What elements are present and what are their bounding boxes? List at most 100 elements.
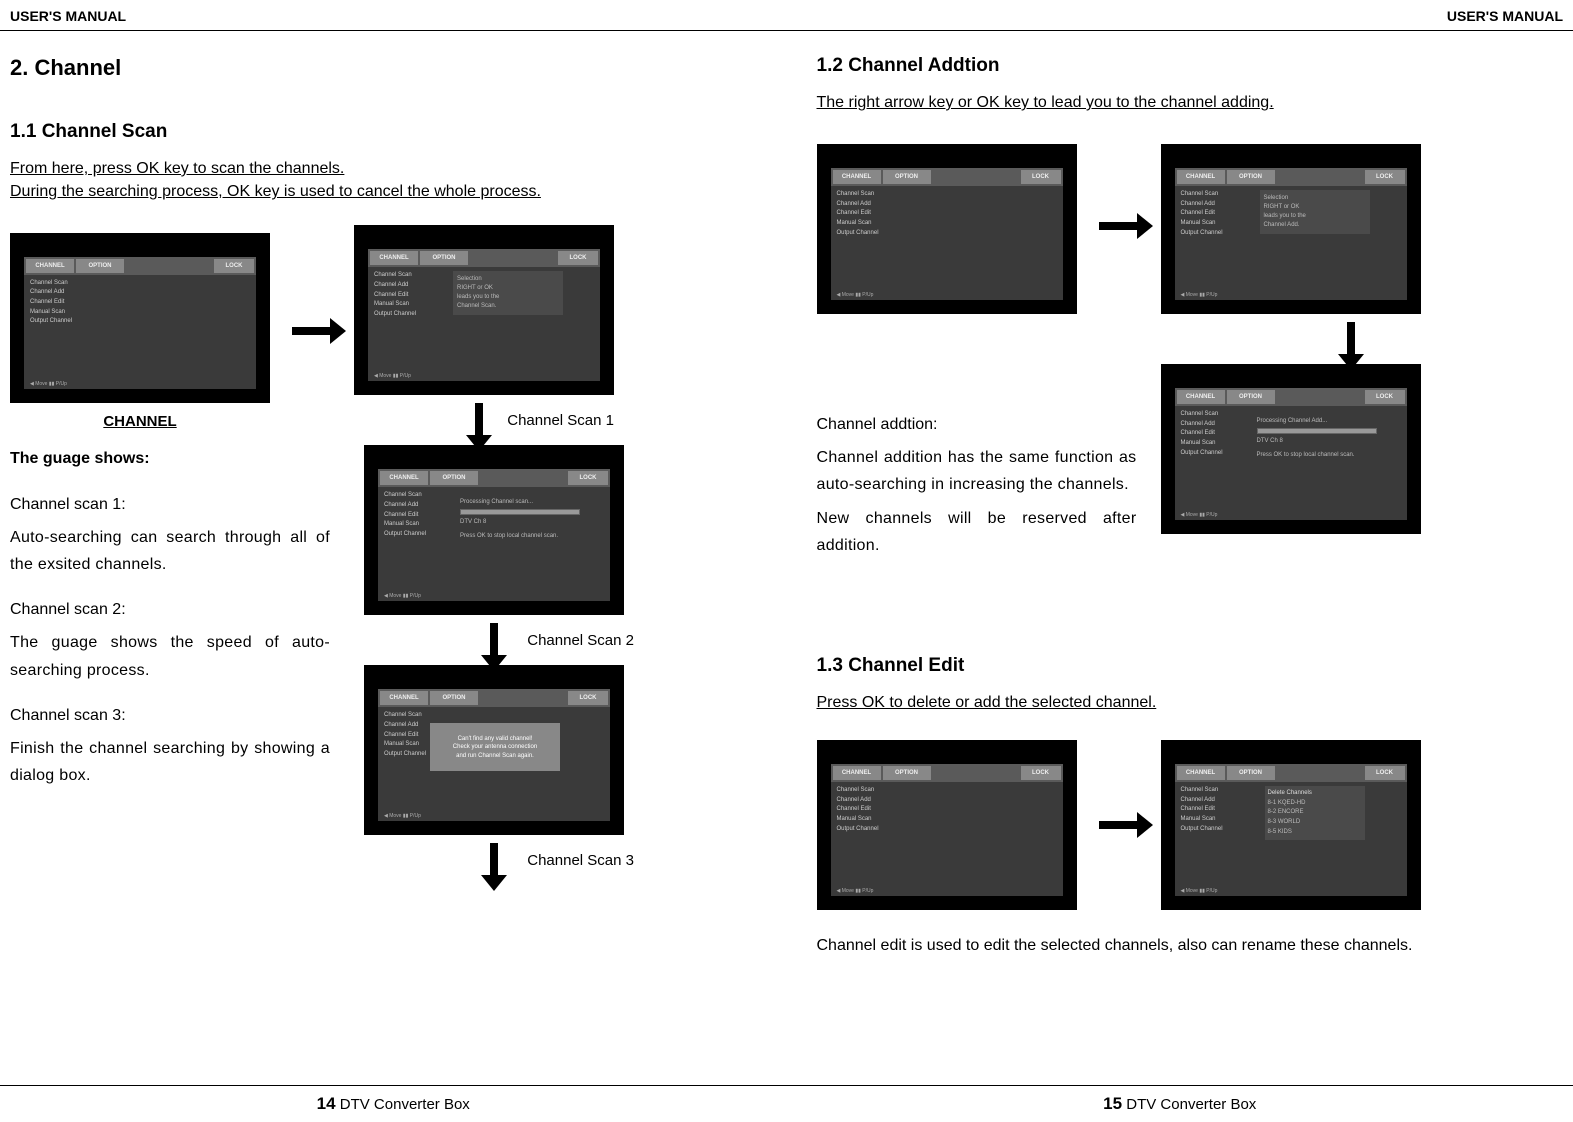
osd-add-1: CHANNEL OPTION LOCK Channel Scan Channel… [817,144,1077,314]
header-right: USER'S MANUAL [1447,8,1563,24]
tab-lock: LOCK [214,259,254,273]
tab-option: OPTION [883,170,931,184]
menu-item: Channel Scan [1181,410,1223,420]
scan-osd-col: CHANNEL OPTION LOCK Channel Scan Channel… [344,445,634,877]
tab-channel: CHANNEL [370,251,418,265]
edit-row-item: 8-2 ENCORE [1268,808,1362,818]
tab-channel: CHANNEL [833,766,881,780]
menu-item: Manual Scan [374,300,416,310]
footer-product-right: DTV Converter Box [1126,1096,1256,1113]
menu-item: Channel Add [1181,420,1223,430]
progress-hint: Press OK to stop local channel scan. [460,533,580,539]
tab-lock: LOCK [1021,170,1061,184]
footer-product-left: DTV Converter Box [340,1096,470,1113]
osd-foot: ◀ Move ▮▮ P/Up [1181,292,1218,298]
osd-dialog: Can't find any valid channel! Check your… [430,723,560,771]
osd-scan3: CHANNEL OPTION LOCK Channel Scan Channel… [364,665,624,835]
tab-channel: CHANNEL [1177,390,1225,404]
cs2-title: Channel scan 2: [10,596,330,623]
tab-option: OPTION [1227,170,1275,184]
tab-lock: LOCK [1021,766,1061,780]
tab-option: OPTION [1227,390,1275,404]
menu-item: Channel Edit [374,291,416,301]
menu-item: Output Channel [1181,229,1223,239]
menu-item: Manual Scan [30,308,72,318]
menu-item: Manual Scan [1181,439,1223,449]
menu-item: Output Channel [837,825,879,835]
scan2-caption: Channel Scan 2 [527,632,634,649]
menu-item: Channel Edit [30,298,72,308]
osd-edit-2: CHANNEL OPTION LOCK Channel Scan Channel… [1161,740,1421,910]
tab-lock: LOCK [568,691,608,705]
tab-option: OPTION [1227,766,1275,780]
page-num-left: 14 [317,1094,336,1113]
intro-1-1: From here, press OK key to scan the chan… [10,157,757,203]
heading-1-2: 1.2 Channel Addtion [817,55,1564,77]
menu-item: Channel Add [384,501,426,511]
menu-item: Manual Scan [384,520,426,530]
page-body: 2. Channel 1.1 Channel Scan From here, p… [0,31,1573,1051]
osd-foot: ◀ Move ▮▮ P/Up [837,292,874,298]
cs3-title: Channel scan 3: [10,702,330,729]
arrow-down-icon [490,843,498,877]
dialog-line: Can't find any valid channel! [434,735,556,743]
page-num-right: 15 [1103,1094,1122,1113]
progress-bar [460,509,580,515]
osd-menu: Channel Scan Channel Add Channel Edit Ma… [1181,410,1223,458]
tab-option: OPTION [430,471,478,485]
section-1-3: 1.3 Channel Edit Press OK to delete or a… [817,655,1544,959]
channel-caption: CHANNEL [10,413,270,430]
osd-foot: ◀ Move ▮▮ P/Up [1181,512,1218,518]
arrow-down-icon [1347,322,1355,356]
menu-item: Channel Scan [374,271,416,281]
tab-option: OPTION [420,251,468,265]
menu-item: Channel Edit [1181,429,1223,439]
osd-foot: ◀ Move ▮▮ P/Up [384,593,421,599]
menu-item: Channel Edit [837,805,879,815]
tab-channel: CHANNEL [380,471,428,485]
osd-menu: Channel Scan Channel Add Channel Edit Ma… [30,279,72,327]
guage-heading: The guage shows: [10,445,330,472]
intro-1-3: Press OK to delete or add the selected c… [817,691,1544,714]
osd-menu: Channel Scan Channel Add Channel Edit Ma… [1181,190,1223,238]
menu-item: Channel Scan [384,711,426,721]
progress-ch: DTV Ch 8 [460,519,580,525]
osd-foot: ◀ Move ▮▮ P/Up [30,381,67,387]
osd-menu: Channel Scan Channel Add Channel Edit Ma… [1181,786,1223,834]
arrow-right-icon [292,327,332,335]
header-left: USER'S MANUAL [10,8,126,24]
menu-item: Channel Add [837,200,879,210]
tab-channel: CHANNEL [380,691,428,705]
scan3-caption: Channel Scan 3 [527,852,634,869]
progress-bar [1257,428,1377,434]
edit-footnote: Channel edit is used to edit the selecte… [817,932,1544,959]
progress-title: Processing Channel Add... [1257,418,1377,424]
edit-list-header: Delete Channels [1268,789,1362,799]
edit-row-item: 8-3 WORLD [1268,818,1362,828]
menu-item: Output Channel [1181,825,1223,835]
osd-hint-add: Selection RIGHT or OK leads you to the C… [1260,190,1370,234]
osd-menu: Channel Scan Channel Add Channel Edit Ma… [374,271,416,319]
osd-scan1-box: CHANNEL OPTION LOCK Channel Scan Channel… [354,225,614,437]
menu-item: Output Channel [1181,449,1223,459]
tab-lock: LOCK [1365,766,1405,780]
edit-row: CHANNEL OPTION LOCK Channel Scan Channel… [817,740,1544,910]
menu-item: Channel Scan [1181,190,1223,200]
osd-menu: Channel Scan Channel Add Channel Edit Ma… [384,711,426,759]
osd-add-3: CHANNEL OPTION LOCK Channel Scan Channel… [1161,364,1421,534]
arrow-down-icon [475,403,483,437]
intro-line-1: From here, press OK key to scan the chan… [10,157,757,180]
tab-channel: CHANNEL [26,259,74,273]
right-page: 1.2 Channel Addtion The right arrow key … [787,31,1573,1051]
menu-item: Channel Scan [30,279,72,289]
menu-item: Channel Scan [384,491,426,501]
arrow-right-icon [1099,821,1139,829]
addtion-p2: New channels will be reserved after addi… [817,505,1137,559]
tab-channel: CHANNEL [1177,766,1225,780]
tab-channel: CHANNEL [1177,170,1225,184]
footer-left: 14 DTV Converter Box [0,1094,787,1114]
menu-item: Channel Edit [837,209,879,219]
osd-foot: ◀ Move ▮▮ P/Up [837,888,874,894]
osd-scan1: CHANNEL OPTION LOCK Channel Scan Channel… [354,225,614,395]
tab-channel: CHANNEL [833,170,881,184]
